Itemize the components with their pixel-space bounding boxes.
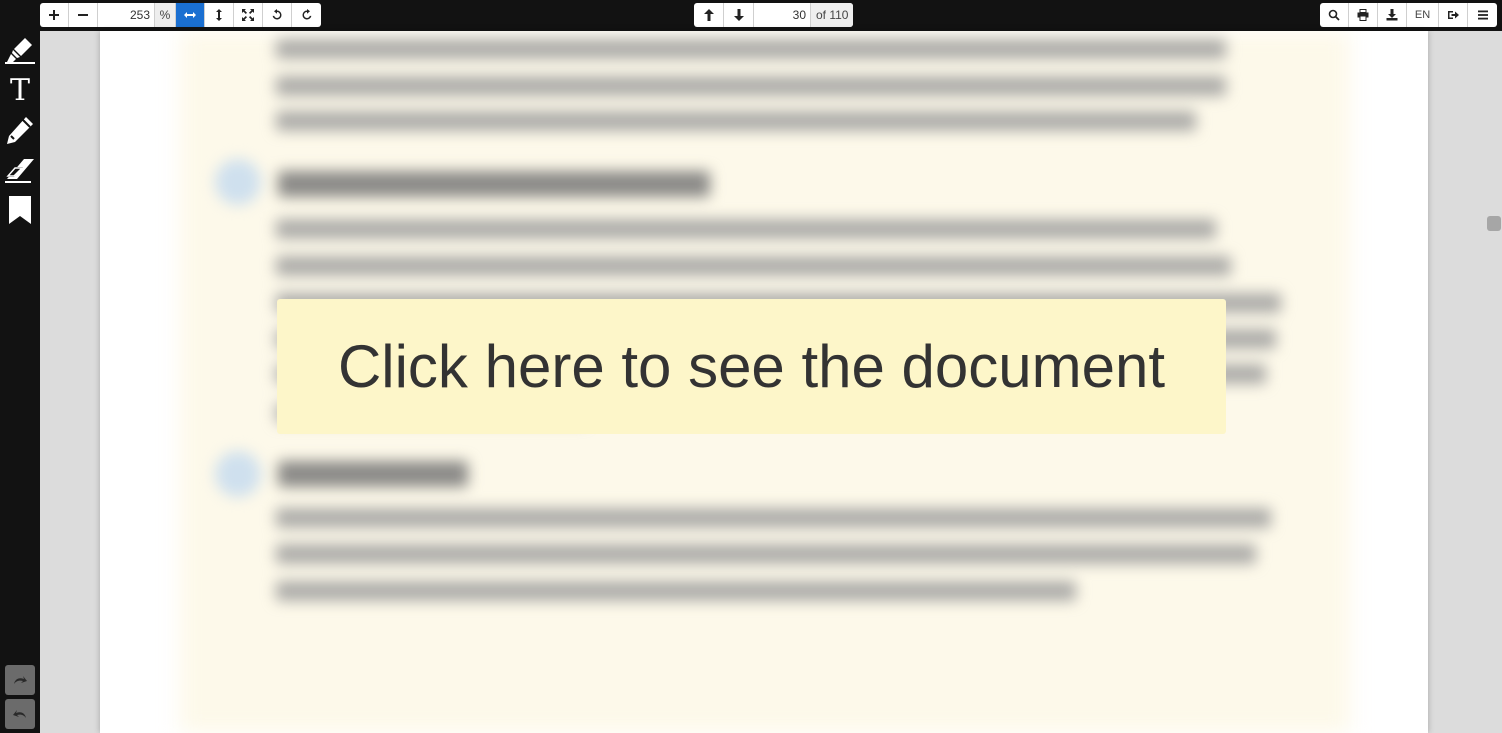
blurred-line — [276, 111, 1196, 131]
bookmark-tool[interactable] — [4, 194, 36, 226]
search-button[interactable] — [1320, 3, 1349, 27]
blurred-line — [276, 76, 1226, 96]
blurred-line — [276, 508, 1271, 528]
blurred-heading — [278, 171, 710, 197]
text-tool-icon: T — [9, 73, 30, 108]
minus-icon — [78, 14, 88, 16]
fit-height-icon — [216, 9, 222, 21]
pencil-tool[interactable] — [4, 114, 36, 146]
zoom-out-button[interactable] — [69, 3, 98, 27]
fit-height-button[interactable] — [205, 3, 234, 27]
plus-icon — [49, 10, 59, 20]
blurred-bullet — [215, 451, 261, 497]
redo-button[interactable] — [5, 665, 35, 695]
highlighter-icon — [5, 38, 35, 64]
highlighter-tool[interactable] — [4, 34, 36, 66]
blurred-line — [276, 219, 1216, 239]
blurred-line — [276, 39, 1226, 59]
blurred-line — [276, 544, 1256, 564]
arrow-down-icon — [733, 9, 744, 21]
exit-icon — [1448, 11, 1459, 19]
bookmark-icon — [9, 196, 31, 224]
pencil-icon — [7, 117, 33, 144]
undo-icon — [13, 710, 26, 718]
rotate-cw-icon — [301, 9, 311, 20]
fullscreen-button[interactable] — [234, 3, 263, 27]
zoom-group: % — [40, 3, 321, 27]
print-button[interactable] — [1349, 3, 1378, 27]
exit-button[interactable] — [1439, 3, 1468, 27]
arrow-up-icon — [703, 9, 714, 21]
prev-page-button[interactable] — [694, 3, 724, 27]
zoom-input[interactable] — [98, 3, 155, 27]
language-button[interactable]: EN — [1407, 3, 1439, 27]
zoom-unit: % — [155, 3, 176, 27]
see-document-button[interactable]: Click here to see the document — [277, 299, 1226, 434]
blurred-line — [276, 256, 1231, 276]
page-total: of 110 — [811, 3, 854, 27]
fullscreen-icon — [242, 9, 254, 21]
download-button[interactable] — [1378, 3, 1407, 27]
annotation-sidebar: T — [0, 31, 40, 733]
fit-width-icon — [184, 12, 196, 18]
download-icon — [1386, 9, 1398, 21]
text-tool[interactable]: T — [4, 75, 36, 107]
blurred-line — [276, 581, 1076, 601]
menu-button[interactable] — [1468, 3, 1497, 27]
fit-width-button[interactable] — [176, 3, 205, 27]
print-icon — [1357, 9, 1369, 21]
rotate-right-button[interactable] — [292, 3, 321, 27]
see-document-label: Click here to see the document — [337, 333, 1166, 400]
rotate-left-button[interactable] — [263, 3, 292, 27]
page-nav-group: of 110 — [694, 3, 854, 27]
right-tools-group: EN — [1320, 3, 1497, 27]
undo-button[interactable] — [5, 699, 35, 729]
zoom-in-button[interactable] — [40, 3, 69, 27]
eraser-tool[interactable] — [4, 154, 36, 186]
page-number-input[interactable] — [754, 3, 811, 27]
next-page-button[interactable] — [724, 3, 754, 27]
search-icon — [1328, 9, 1340, 21]
redo-icon — [14, 676, 27, 684]
blurred-bullet — [215, 159, 261, 205]
hamburger-menu-icon — [1477, 10, 1488, 20]
eraser-icon — [5, 159, 34, 183]
top-toolbar: % of 110 — [0, 0, 1502, 31]
scrollbar-thumb[interactable] — [1487, 216, 1501, 231]
vertical-scrollbar[interactable] — [1486, 31, 1502, 733]
rotate-ccw-icon — [272, 9, 282, 20]
blurred-heading — [278, 461, 468, 487]
